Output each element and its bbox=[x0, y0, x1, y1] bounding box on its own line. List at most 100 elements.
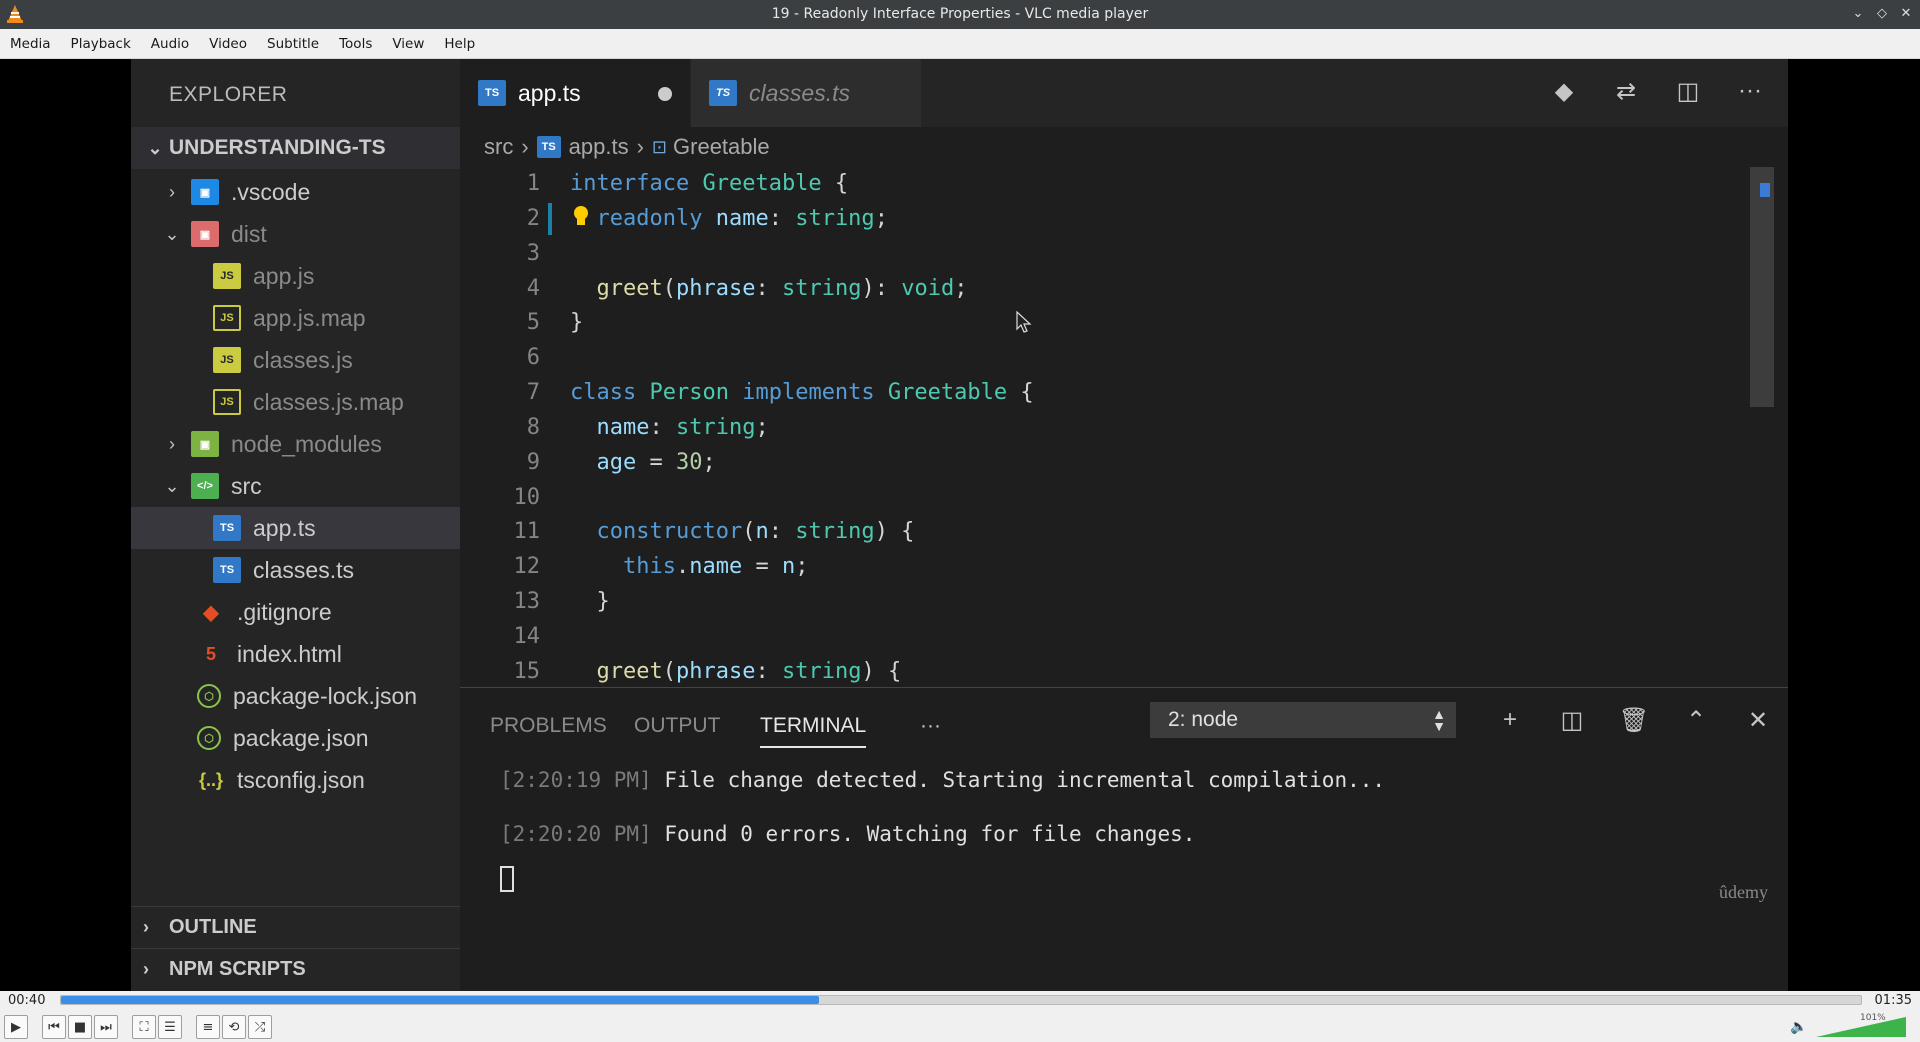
volume-control[interactable]: 🔈 101% bbox=[1790, 1013, 1910, 1039]
project-name: UNDERSTANDING-TS bbox=[169, 136, 386, 159]
npm-scripts-label: NPM SCRIPTS bbox=[169, 958, 306, 980]
speaker-icon[interactable]: 🔈 bbox=[1790, 1019, 1807, 1035]
tree-item-label: classes.js.map bbox=[253, 388, 404, 415]
panel-tab-problems: PROBLEMS bbox=[490, 714, 607, 737]
code-line: interface Greetable { bbox=[570, 171, 849, 196]
tree-item-tsconfig-json: {..} tsconfig.json bbox=[131, 759, 460, 801]
tree-item-label: dist bbox=[231, 220, 267, 247]
split-terminal-icon: ◫ bbox=[1560, 706, 1584, 734]
tree-item-gitignore: ◆ .gitignore bbox=[131, 591, 460, 633]
tab-classes-ts: TS classes.ts bbox=[691, 59, 921, 127]
line-number: 13 bbox=[513, 589, 541, 614]
mouse-pointer-icon bbox=[1016, 311, 1032, 333]
menu-help[interactable]: Help bbox=[434, 29, 485, 59]
menu-subtitle[interactable]: Subtitle bbox=[257, 29, 329, 59]
project-header: ⌄ UNDERSTANDING-TS bbox=[131, 127, 460, 169]
chevron-right-icon: › bbox=[169, 181, 175, 202]
previous-button[interactable]: ⏮ bbox=[42, 1015, 66, 1039]
tree-item-package-json: ⬡ package.json bbox=[131, 717, 460, 759]
folder-node-icon: ▣ bbox=[191, 431, 219, 457]
outline-label: OUTLINE bbox=[169, 916, 257, 938]
minimize-icon[interactable]: ⌄ bbox=[1850, 4, 1866, 22]
tree-item-label: tsconfig.json bbox=[237, 766, 365, 793]
volume-slider[interactable] bbox=[1816, 1017, 1906, 1037]
folder-dist-icon: ▣ bbox=[191, 221, 219, 247]
loop-button[interactable]: ⟲ bbox=[222, 1015, 246, 1039]
play-button[interactable]: ▶ bbox=[4, 1015, 28, 1039]
folder-vscode-icon: ▣ bbox=[191, 179, 219, 205]
close-panel-icon: ✕ bbox=[1747, 706, 1769, 734]
modified-line-marker bbox=[548, 203, 552, 235]
playback-controls: 00:40 01:35 ▶ ⏮ ■ ⏭ ⛶ ☰ ≡ ⟲ ⤮ 🔈 101% bbox=[0, 991, 1920, 1042]
line-number: 14 bbox=[513, 624, 541, 649]
npm-file-icon: ⬡ bbox=[197, 726, 221, 750]
chevron-up-icon: ⌃ bbox=[1685, 706, 1707, 734]
code-line: readonly name: string; bbox=[596, 206, 888, 231]
udemy-watermark: ûdemy bbox=[1719, 882, 1768, 902]
tab-label: classes.ts bbox=[749, 79, 850, 106]
line-number: 4 bbox=[526, 276, 540, 301]
explorer-title: EXPLORER bbox=[169, 83, 288, 106]
panel-tab-terminal: TERMINAL bbox=[760, 714, 867, 748]
line-number: 9 bbox=[526, 450, 540, 475]
trash-icon: 🗑 bbox=[1618, 706, 1650, 734]
tree-item-label: index.html bbox=[237, 640, 342, 667]
extended-settings-button[interactable]: ☰ bbox=[158, 1015, 182, 1039]
chevron-down-icon: ⌄ bbox=[147, 137, 163, 158]
menu-video[interactable]: Video bbox=[199, 29, 257, 59]
chevron-right-icon: › bbox=[521, 134, 529, 159]
menu-tools[interactable]: Tools bbox=[329, 29, 382, 59]
js-file-icon: JS bbox=[213, 263, 241, 289]
breadcrumb: src › TS app.ts › ⊡ Greetable bbox=[460, 127, 1788, 167]
shuffle-button[interactable]: ⤮ bbox=[248, 1015, 272, 1039]
window-title: 19 - Readonly Interface Properties - VLC… bbox=[771, 6, 1149, 22]
code-line: name: string; bbox=[596, 415, 769, 440]
tree-item-package-lock-json: ⬡ package-lock.json bbox=[131, 675, 460, 717]
tree-item-app-js-map: JS app.js.map bbox=[131, 297, 460, 339]
tab-label: app.ts bbox=[518, 79, 581, 106]
terminal-cursor bbox=[500, 866, 514, 892]
code-line: } bbox=[570, 589, 610, 614]
tree-item-node-modules: › ▣ node_modules bbox=[131, 423, 460, 465]
menu-audio[interactable]: Audio bbox=[141, 29, 199, 59]
chevron-down-icon: ⌄ bbox=[164, 475, 180, 496]
select-arrows-icon: ▲ ▼ bbox=[1432, 706, 1446, 734]
unsaved-dot-icon bbox=[658, 87, 672, 101]
terminal-line: [2:20:20 PM] Found 0 errors. Watching fo… bbox=[500, 822, 1196, 846]
code-editor: 1 2 3 4 5 6 7 8 9 10 11 12 13 14 15 16 1… bbox=[460, 167, 1788, 753]
ts-file-icon: TS bbox=[478, 80, 506, 106]
seek-bar[interactable] bbox=[60, 995, 1862, 1005]
tree-item-label: .vscode bbox=[231, 178, 311, 205]
js-file-icon: JS bbox=[213, 347, 241, 373]
breadcrumb-symbol: Greetable bbox=[673, 134, 770, 159]
close-icon[interactable]: ✕ bbox=[1898, 4, 1914, 22]
elapsed-time: 00:40 bbox=[8, 993, 46, 1008]
menu-media[interactable]: Media bbox=[0, 29, 61, 59]
explorer-sidebar: EXPLORER ⌄ UNDERSTANDING-TS › ▣ .vscode … bbox=[131, 59, 460, 991]
stop-button[interactable]: ■ bbox=[68, 1015, 92, 1039]
open-changes-icon: ⇄ bbox=[1615, 77, 1637, 105]
tree-item-classes-ts: TS classes.ts bbox=[131, 549, 460, 591]
line-number: 11 bbox=[513, 519, 541, 544]
video-area[interactable]: EXPLORER ⌄ UNDERSTANDING-TS › ▣ .vscode … bbox=[0, 59, 1920, 991]
tree-item-label: .gitignore bbox=[237, 598, 332, 625]
next-button[interactable]: ⏭ bbox=[94, 1015, 118, 1039]
line-number: 15 bbox=[513, 659, 541, 684]
playlist-button[interactable]: ≡ bbox=[196, 1015, 220, 1039]
menu-playback[interactable]: Playback bbox=[61, 29, 141, 59]
line-number: 5 bbox=[526, 310, 540, 335]
menu-view[interactable]: View bbox=[382, 29, 434, 59]
maximize-icon[interactable]: ◇ bbox=[1874, 4, 1890, 22]
html-file-icon: 5 bbox=[205, 643, 216, 664]
terminal-panel: PROBLEMS OUTPUT TERMINAL ··· 2: node ▲ ▼ … bbox=[460, 687, 1788, 991]
new-terminal-icon: + bbox=[1502, 706, 1517, 733]
fullscreen-button[interactable]: ⛶ bbox=[132, 1015, 156, 1039]
tree-item-label: app.js.map bbox=[253, 304, 366, 331]
tree-item-src: ⌄ </> src bbox=[131, 465, 460, 507]
tree-item-classes-js-map: JS classes.js.map bbox=[131, 381, 460, 423]
tree-item-label: app.js bbox=[253, 262, 315, 289]
code-line: age = 30; bbox=[596, 450, 716, 475]
chevron-right-icon: › bbox=[143, 917, 149, 937]
menu-bar: Media Playback Audio Video Subtitle Tool… bbox=[0, 29, 1920, 59]
tree-item-label: node_modules bbox=[231, 430, 382, 457]
